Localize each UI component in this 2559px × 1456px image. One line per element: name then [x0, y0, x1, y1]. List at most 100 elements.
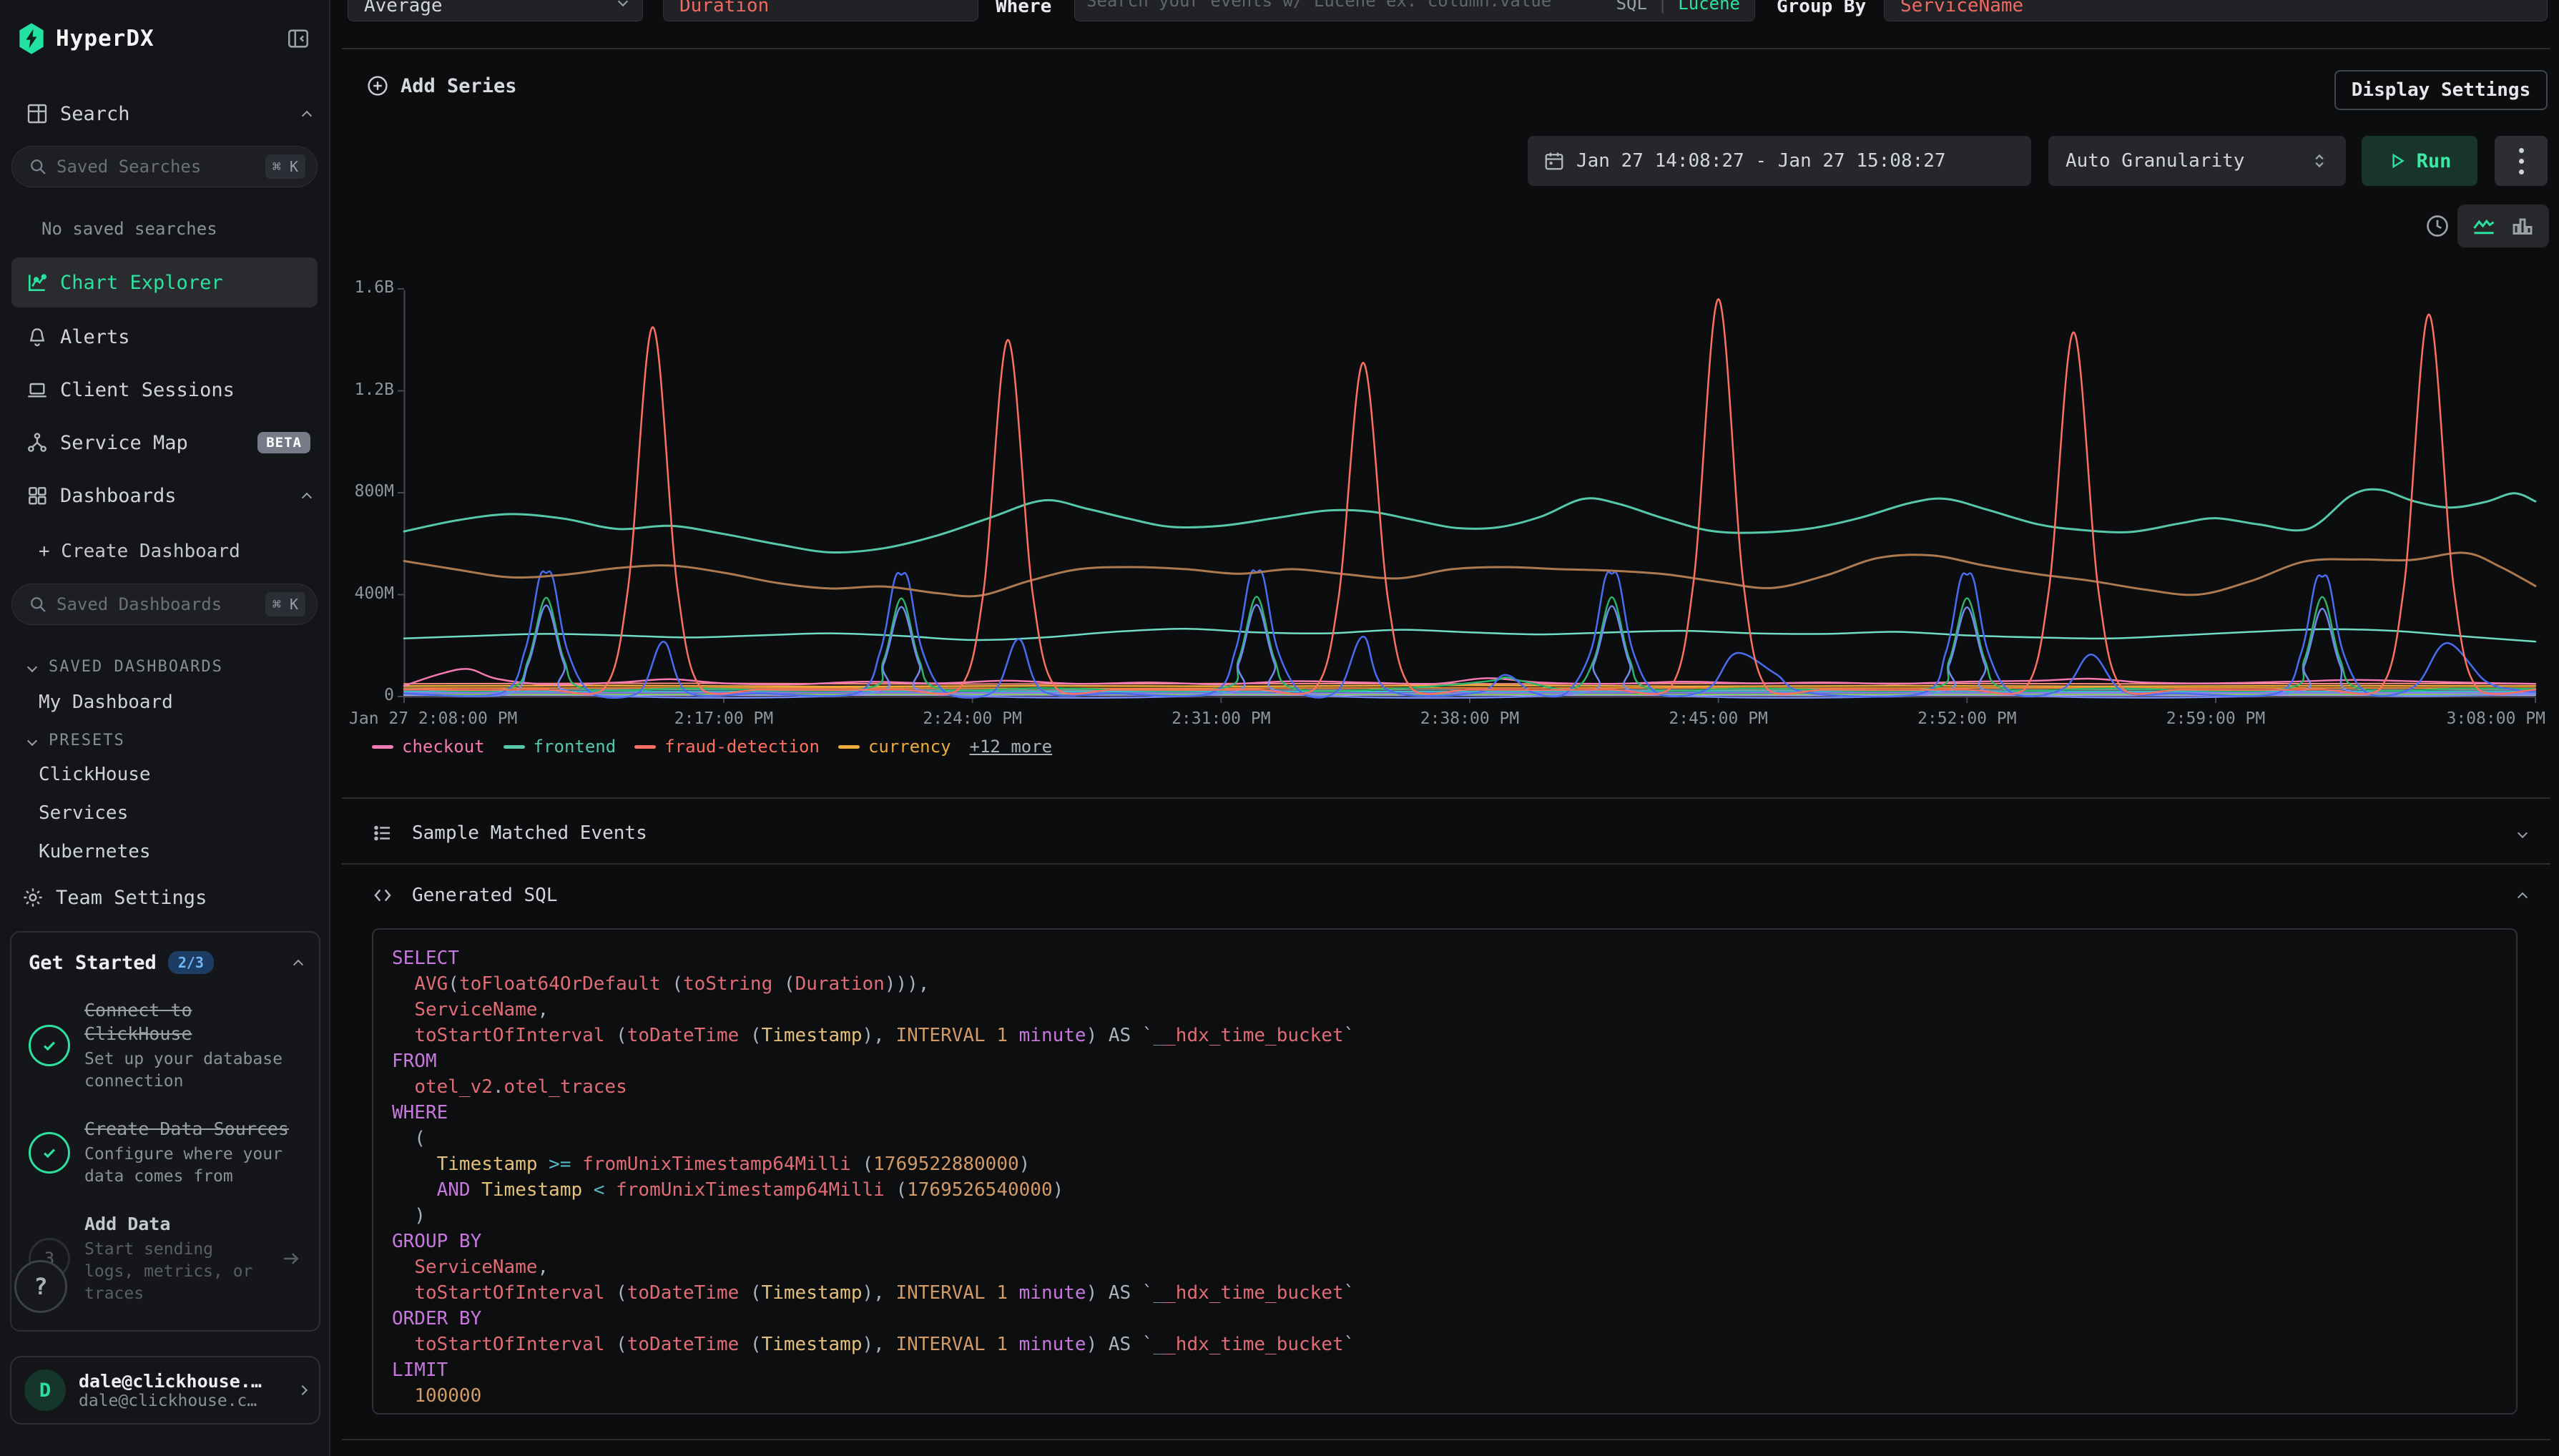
bar-chart-icon[interactable] [2510, 213, 2535, 239]
divider [342, 797, 2550, 799]
divider [342, 863, 2550, 865]
check-circle-icon [29, 1025, 70, 1066]
sample-matched-events-header[interactable]: Sample Matched Events [372, 816, 2548, 850]
sidebar-item-kubernetes[interactable]: Kubernetes [39, 841, 329, 862]
sidebar-item-my-dashboard[interactable]: My Dashboard [39, 692, 329, 713]
list-icon [372, 822, 393, 844]
create-dashboard-button[interactable]: + Create Dashboard [39, 541, 329, 562]
sidebar: HyperDX Search ⌘ K No saved searches [0, 0, 330, 1456]
group-by-select[interactable]: ServiceName [1884, 0, 2548, 21]
section-title: Generated SQL [412, 885, 558, 906]
more-options-button[interactable] [2495, 136, 2548, 186]
sql-line: toStartOfInterval (toDateTime (Timestamp… [392, 1280, 2497, 1306]
toggle-divider: | [1657, 0, 1667, 14]
chart-canvas[interactable] [404, 287, 2535, 702]
presets-section[interactable]: PRESETS [29, 732, 329, 749]
add-series-button[interactable]: Add Series [366, 74, 517, 97]
sql-line: FROM [392, 1048, 2497, 1074]
chevron-up-icon[interactable] [293, 960, 303, 970]
chevron-up-icon[interactable] [302, 493, 312, 503]
sidebar-item-dashboards[interactable]: Dashboards [0, 482, 329, 509]
line-chart-icon[interactable] [2471, 213, 2497, 239]
task-title: Connect to ClickHouse [84, 998, 302, 1046]
sql-line: ORDER BY [392, 1306, 2497, 1332]
saved-searches-input[interactable]: ⌘ K [11, 146, 318, 187]
legend-label: currency [868, 737, 951, 757]
events-query-field[interactable] [1086, 0, 1568, 11]
legend-item-currency[interactable]: currency [838, 737, 951, 757]
sidebar-item-label: Service Map [60, 432, 188, 454]
granularity-select[interactable]: Auto Granularity [2048, 136, 2346, 186]
x-tick-label: 2:38:00 PM [1420, 709, 1519, 728]
x-tick-label: 2:45:00 PM [1669, 709, 1767, 728]
saved-dashboards-field[interactable] [57, 594, 265, 614]
get-started-item-sources[interactable]: Create Data Sources Configure where your… [29, 1117, 302, 1188]
generated-sql-code: SELECT AVG(toFloat64OrDefault (toString … [372, 928, 2518, 1415]
sidebar-item-services[interactable]: Services [39, 802, 329, 824]
legend-label: frontend [534, 737, 617, 757]
sql-line: GROUP BY [392, 1229, 2497, 1254]
check-circle-icon [29, 1132, 70, 1174]
search-events-input[interactable]: SQL | Lucene [1074, 0, 1755, 21]
series-wavy-brown [404, 553, 2535, 596]
field-select[interactable]: Duration [663, 0, 978, 21]
series-frontend [404, 489, 2535, 552]
user-menu[interactable]: D dale@clickhouse.… dale@clickhouse.c… [10, 1356, 320, 1425]
legend-swatch [504, 745, 525, 749]
time-history-icon[interactable] [2425, 213, 2450, 239]
query-language-toggle[interactable]: SQL | Lucene [1616, 0, 1740, 14]
date-range-value: Jan 27 14:08:27 - Jan 27 15:08:27 [1576, 150, 1946, 172]
sidebar-item-client-sessions[interactable]: Client Sessions [0, 376, 329, 403]
search-icon [28, 157, 48, 177]
sidebar-item-clickhouse[interactable]: ClickHouse [39, 764, 329, 785]
y-tick-label: 1.2B [324, 380, 394, 399]
legend-swatch [372, 745, 393, 749]
legend-item-fraud-detection[interactable]: fraud-detection [634, 737, 820, 757]
aggregation-select[interactable]: Average [348, 0, 643, 21]
sidebar-item-chart-explorer[interactable]: Chart Explorer [11, 257, 318, 308]
lucene-toggle-label[interactable]: Lucene [1678, 0, 1740, 14]
shortcut-badge: ⌘ K [265, 154, 305, 179]
run-button[interactable]: Run [2362, 136, 2477, 186]
sidebar-item-label: Search [60, 103, 130, 125]
user-email: dale@clickhouse.c… [79, 1392, 299, 1410]
saved-dashboards-input[interactable]: ⌘ K [11, 584, 318, 625]
sql-line: AND Timestamp < fromUnixTimestamp64Milli… [392, 1177, 2497, 1203]
arrow-right-icon [280, 1248, 302, 1269]
legend-more-link[interactable]: +12 more [970, 737, 1053, 757]
logo-row: HyperDX [0, 0, 329, 56]
beta-badge: BETA [257, 432, 310, 453]
task-description: Set up your database connection [84, 1048, 302, 1093]
x-tick-label: 2:52:00 PM [1917, 709, 2016, 728]
plus-circle-icon [366, 74, 389, 97]
get-started-item-connect[interactable]: Connect to ClickHouse Set up your databa… [29, 998, 302, 1093]
legend-label: checkout [402, 737, 485, 757]
help-button[interactable]: ? [14, 1260, 67, 1313]
legend-label: fraud-detection [664, 737, 820, 757]
get-started-item-add-data[interactable]: 3 Add Data Start sending logs, metrics, … [29, 1212, 302, 1305]
saved-dashboards-section[interactable]: SAVED DASHBOARDS [29, 658, 329, 676]
legend-item-frontend[interactable]: frontend [504, 737, 617, 757]
divider [342, 1439, 2550, 1440]
avatar: D [24, 1369, 66, 1411]
sidebar-item-alerts[interactable]: Alerts [0, 323, 329, 350]
sidebar-collapse-icon[interactable] [283, 24, 313, 54]
sql-toggle-label[interactable]: SQL [1616, 0, 1647, 14]
timeseries-chart[interactable]: 1.6B1.2B800M400M0 Jan 27 2:08:00 PM2:17:… [404, 287, 2535, 702]
sidebar-item-team-settings[interactable]: Team Settings [0, 884, 329, 911]
chart-legend: checkout frontend fraud-detection currency +… [372, 737, 1052, 757]
saved-searches-field[interactable] [57, 157, 265, 177]
date-range-picker[interactable]: Jan 27 14:08:27 - Jan 27 15:08:27 [1528, 136, 2031, 186]
legend-item-checkout[interactable]: checkout [372, 737, 485, 757]
display-settings-button[interactable]: Display Settings [2334, 70, 2548, 110]
legend-swatch [838, 745, 860, 749]
sql-line: AVG(toFloat64OrDefault (toString (Durati… [392, 971, 2497, 997]
section-title: Sample Matched Events [412, 822, 647, 844]
chevron-up-icon[interactable] [302, 111, 312, 121]
sql-line: toStartOfInterval (toDateTime (Timestamp… [392, 1332, 2497, 1357]
sidebar-item-search[interactable]: Search [0, 100, 329, 127]
search-icon [28, 594, 48, 614]
sql-line: Timestamp >= fromUnixTimestamp64Milli (1… [392, 1151, 2497, 1177]
sidebar-item-service-map[interactable]: Service Map BETA [0, 429, 329, 456]
generated-sql-header[interactable]: Generated SQL [372, 878, 2548, 913]
